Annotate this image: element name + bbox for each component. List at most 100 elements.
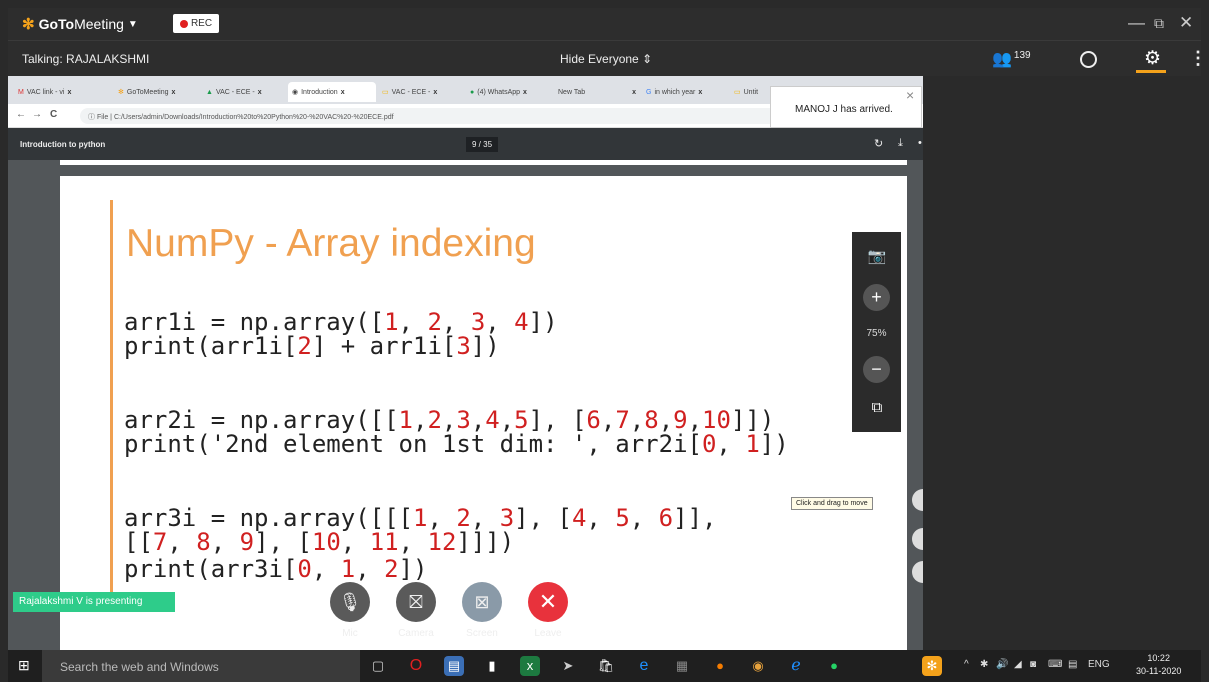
back-icon[interactable]: ←	[16, 109, 26, 120]
tab-close-icon[interactable]: x	[523, 89, 527, 96]
code-literal: 2	[384, 555, 399, 583]
meeting-bar: Talking: RAJALAKSHMI Hide Everyone ⇕ 👥 13…	[8, 40, 1207, 76]
app-menu[interactable]: ✻ GoToMeeting ▼	[22, 15, 138, 33]
file-icon[interactable]: ▮	[482, 656, 502, 676]
firefox-icon[interactable]: ●	[710, 656, 730, 676]
tab-close-icon[interactable]: x	[632, 89, 636, 96]
recording-badge[interactable]: REC	[173, 14, 219, 33]
settings-app-icon[interactable]: ▦	[672, 656, 692, 676]
whatsapp-taskbar-icon[interactable]: ●	[824, 656, 844, 676]
clock-time: 10:22	[1147, 653, 1170, 663]
zoom-out-button[interactable]: −	[863, 356, 890, 383]
pdf-page: NumPy - Array indexing arr1i = np.array(…	[60, 176, 907, 650]
code-literal: 1	[745, 430, 760, 458]
camera-snapshot-icon[interactable]: 📷	[866, 246, 888, 268]
keyboard-icon[interactable]: ⌨	[1048, 659, 1062, 670]
popout-icon[interactable]: ⧉	[866, 397, 888, 419]
language-indicator[interactable]: ENG	[1088, 659, 1110, 670]
rec-label: REC	[190, 18, 213, 29]
code-literal: 4	[514, 308, 529, 336]
gear-icon[interactable]: ⚙	[1144, 47, 1161, 70]
google-icon: G	[646, 88, 652, 96]
rotate-icon[interactable]: ↻	[874, 137, 883, 150]
code-text: [[	[124, 528, 153, 556]
hide-everyone-toggle[interactable]: Hide Everyone ⇕	[560, 52, 652, 66]
ie-icon[interactable]: ℯ	[786, 656, 806, 676]
code-text: ,	[629, 504, 659, 532]
leave-label: Leave	[534, 628, 562, 639]
forward-icon[interactable]: →	[32, 109, 42, 120]
taskbar-search[interactable]: Search the web and Windows	[42, 650, 360, 682]
chevron-down-icon: ▼	[127, 18, 138, 30]
code-literal: 10	[311, 528, 341, 556]
system-clock[interactable]: 10:22 30-11-2020	[1136, 652, 1181, 678]
tab-close-icon[interactable]: x	[258, 89, 262, 96]
close-notification-icon[interactable]: ×	[906, 87, 914, 103]
zoom-in-button[interactable]: +	[863, 284, 890, 311]
more-options-icon[interactable]: ⋮	[1189, 48, 1207, 69]
chat-icon[interactable]	[1080, 51, 1097, 68]
reload-icon[interactable]: C	[50, 109, 57, 120]
tab-close-icon[interactable]: x	[172, 89, 176, 96]
code-text: ,	[398, 528, 428, 556]
clock-date: 30-11-2020	[1136, 666, 1182, 676]
mic-button[interactable]: 🎙	[330, 582, 370, 622]
tray-chevron-icon[interactable]: ^	[964, 659, 969, 670]
page-indicator[interactable]: 9 / 35	[466, 137, 499, 152]
attendee-count: 139	[1013, 49, 1031, 61]
store-icon[interactable]: ▤	[444, 656, 464, 676]
code-text: ] + arr1i[	[311, 332, 457, 360]
browser-tab[interactable]: Gin which year x	[642, 82, 728, 102]
tab-close-icon[interactable]: x	[698, 89, 702, 96]
chrome-taskbar-icon[interactable]: ◉	[748, 656, 768, 676]
tab-close-icon[interactable]: x	[67, 89, 71, 96]
code-text: ])	[528, 308, 558, 336]
code-text: ,	[210, 528, 240, 556]
app-icon[interactable]: ➤	[558, 656, 578, 676]
browser-tab[interactable]: ▭ VAC - ECE -x	[378, 82, 464, 102]
whatsapp-icon: ●	[470, 88, 475, 96]
close-icon[interactable]: ✕	[1179, 13, 1193, 33]
print-icon[interactable]: •	[918, 137, 922, 149]
network-icon[interactable]: ◢	[1014, 659, 1022, 670]
browser-tab[interactable]: ● (4) WhatsApp x	[466, 82, 552, 102]
windows-taskbar: ⊞ Search the web and Windows ▢ O ▤ ▮ x ➤…	[8, 650, 1201, 682]
minimize-icon[interactable]: —	[1128, 13, 1145, 33]
code-line: print('2nd element on 1st dim: ', arr2i[…	[124, 432, 789, 456]
windows-start-icon[interactable]: ⊞	[18, 657, 30, 674]
code-literal: 2	[297, 332, 312, 360]
volume-icon[interactable]: 🔊	[996, 659, 1008, 670]
code-text: ], [	[254, 528, 312, 556]
screen-button[interactable]: ⊠	[462, 582, 502, 622]
code-literal: 9	[239, 528, 255, 556]
zoom-panel: 📷 + 75% − ⧉	[852, 232, 901, 432]
tab-close-icon[interactable]: x	[433, 89, 437, 96]
screen-label: Screen	[466, 628, 498, 639]
camera-off-icon: ⛝	[409, 591, 423, 612]
tab-close-icon[interactable]: x	[341, 89, 345, 96]
browser-tab-active[interactable]: ◉ Introduction x	[288, 82, 376, 102]
browser-tab[interactable]: ▭ Untit	[730, 82, 770, 102]
code-text: ,	[716, 430, 746, 458]
bluetooth-icon[interactable]: ✱	[980, 659, 988, 670]
notification-icon[interactable]: ▤	[1068, 659, 1077, 670]
code-line: arr1i = np.array([1, 2, 3, 4])	[124, 310, 558, 334]
gotomeeting-taskbar-icon[interactable]: ✻	[922, 656, 942, 676]
browser-tab[interactable]: ▲ VAC - ECE -x	[202, 82, 286, 102]
browser-tab[interactable]: M VAC link - vi x	[14, 82, 112, 102]
leave-button[interactable]: ✕	[528, 582, 568, 622]
download-icon[interactable]: ⤓	[898, 137, 903, 150]
attendees-button[interactable]: 👥 139	[992, 49, 1031, 69]
bag-icon[interactable]: 🛍	[596, 656, 616, 676]
task-view-icon[interactable]: ▢	[368, 656, 388, 676]
url-field[interactable]: ⓘ File | C:/Users/admin/Downloads/Introd…	[80, 108, 860, 124]
edge-icon[interactable]: e	[634, 656, 654, 676]
security-icon[interactable]: ◙	[1030, 659, 1036, 670]
slides-icon: ▭	[734, 89, 741, 96]
browser-tab[interactable]: ✻ GoToMeeting x	[114, 82, 200, 102]
camera-button[interactable]: ⛝	[396, 582, 436, 622]
excel-icon[interactable]: x	[520, 656, 540, 676]
restore-icon[interactable]: ⧉	[1154, 15, 1164, 32]
browser-tab[interactable]: New Tab x	[554, 82, 640, 102]
opera-icon[interactable]: O	[406, 656, 426, 676]
